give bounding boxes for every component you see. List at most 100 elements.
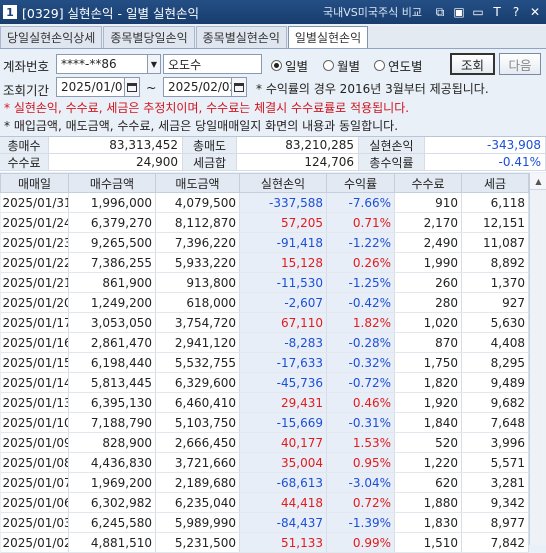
next-button[interactable]: 다음 (499, 53, 541, 75)
cell-sell-amount: 8,112,870 (155, 212, 240, 233)
radio-monthly[interactable]: 월별 (323, 56, 360, 75)
table-header-row: 매매일 매수금액 매도금액 실현손익 수익률 수수료 세금 (0, 173, 529, 193)
table-row[interactable]: 2025/01/16 2,861,470 2,941,120 -8,283 -0.28%… (0, 332, 529, 353)
search-button[interactable]: 조회 (450, 53, 495, 75)
cell-buy-amount: 1,996,000 (68, 192, 156, 213)
column-header-realized-pnl[interactable]: 실현손익 (239, 173, 327, 193)
font-icon[interactable]: T (490, 5, 504, 19)
date-from-input[interactable]: 2025/01/01 (56, 77, 130, 97)
close-icon[interactable]: ✕ (528, 5, 542, 19)
cell-tax: 8,295 (461, 352, 529, 373)
table-body: 2025/01/31 1,996,000 4,079,500 -337,588 -7.6… (0, 192, 529, 553)
column-header-yield[interactable]: 수익률 (326, 173, 395, 193)
cell-yield: 0.72% (326, 492, 395, 513)
cell-tax: 7,648 (461, 412, 529, 433)
cell-fee: 1,880 (394, 492, 462, 513)
cell-realized-pnl: -337,588 (239, 192, 327, 213)
table-row[interactable]: 2025/01/06 6,302,982 6,235,040 44,418 0.72% 1… (0, 492, 529, 513)
column-header-buy-amount[interactable]: 매수금액 (68, 173, 156, 193)
radio-yearly[interactable]: 연도별 (374, 56, 423, 75)
table-row[interactable]: 2025/01/23 9,265,500 7,396,220 -91,418 -1.22… (0, 232, 529, 253)
fee-value: 24,900 (49, 154, 183, 171)
cell-sell-amount: 6,460,410 (155, 392, 240, 413)
link-icon[interactable]: ⧉ (433, 5, 447, 19)
cell-sell-amount: 6,329,600 (155, 372, 240, 393)
cell-yield: 0.46% (326, 392, 395, 413)
radio-selected-icon (271, 60, 282, 71)
table-row[interactable]: 2025/01/07 1,969,200 2,189,680 -68,613 -3.04… (0, 472, 529, 493)
title-bar-controls: 국내VS미국주식 비교 ⧉ ▣ ▭ T ? ✕ (323, 0, 542, 24)
total-sell-label: 총매도 (183, 137, 237, 154)
help-icon[interactable]: ? (509, 5, 523, 19)
cell-date: 2025/01/06 (0, 492, 69, 513)
radio-daily[interactable]: 일별 (271, 56, 308, 75)
calendar-icon[interactable] (124, 77, 140, 97)
cell-date: 2025/01/08 (0, 452, 69, 473)
cell-realized-pnl: -68,613 (239, 472, 327, 493)
table-row[interactable]: 2025/01/13 6,395,130 6,460,410 29,431 0.46% 1… (0, 392, 529, 413)
table-row[interactable]: 2025/01/24 6,379,270 8,112,870 57,205 0.71% 2… (0, 212, 529, 233)
table-row[interactable]: 2025/01/10 7,188,790 5,103,750 -15,669 -0.31… (0, 412, 529, 433)
column-header-tax[interactable]: 세금 (461, 173, 529, 193)
column-header-date[interactable]: 매매일 (0, 173, 69, 193)
tab-daily-realized-pnl[interactable]: 일별실현손익 (287, 26, 369, 48)
table-row[interactable]: 2025/01/22 7,386,255 5,933,220 15,128 0.26% 1… (0, 252, 529, 273)
cell-sell-amount: 2,189,680 (155, 472, 240, 493)
cell-fee: 1,220 (394, 452, 462, 473)
cell-yield: -0.72% (326, 372, 395, 393)
table-row[interactable]: 2025/01/17 3,053,050 3,754,720 67,110 1.82% 1… (0, 312, 529, 333)
cell-tax: 9,342 (461, 492, 529, 513)
cell-fee: 620 (394, 472, 462, 493)
tab-today-realized-detail[interactable]: 당일실현손익상세 (0, 26, 103, 48)
cell-buy-amount: 2,861,470 (68, 332, 156, 353)
cell-sell-amount: 6,235,040 (155, 492, 240, 513)
date-to-input[interactable]: 2025/02/02 (163, 77, 237, 97)
cell-date: 2025/01/07 (0, 472, 69, 493)
cell-fee: 1,840 (394, 412, 462, 433)
cell-buy-amount: 7,386,255 (68, 252, 156, 273)
cell-buy-amount: 6,379,270 (68, 212, 156, 233)
daily-pnl-table: 매매일 매수금액 매도금액 실현손익 수익률 수수료 세금 2025/01/31… (0, 173, 529, 553)
domestic-vs-us-compare-link[interactable]: 국내VS미국주식 비교 (323, 4, 422, 20)
minimize-icon[interactable]: ▭ (471, 5, 485, 19)
cell-realized-pnl: -8,283 (239, 332, 327, 353)
realized-pnl-label: 실현손익 (359, 137, 425, 154)
table-row[interactable]: 2025/01/09 828,900 2,666,450 40,177 1.53% 520… (0, 432, 529, 453)
cell-yield: -1.25% (326, 272, 395, 293)
column-header-fee[interactable]: 수수료 (394, 173, 462, 193)
cell-buy-amount: 1,249,200 (68, 292, 156, 313)
cell-yield: -0.42% (326, 292, 395, 313)
scroll-up-arrow-icon[interactable]: ▲ (530, 173, 546, 190)
account-number-input[interactable]: ****-**86 (56, 54, 148, 74)
fee-label: 수수료 (0, 154, 49, 171)
cell-sell-amount: 5,933,220 (155, 252, 240, 273)
table-row[interactable]: 2025/01/15 6,198,440 5,532,755 -17,633 -0.32… (0, 352, 529, 373)
cell-realized-pnl: 35,004 (239, 452, 327, 473)
table-row[interactable]: 2025/01/02 4,881,510 5,231,500 51,133 0.99% 1… (0, 532, 529, 553)
table-row[interactable]: 2025/01/31 1,996,000 4,079,500 -337,588 -7.6… (0, 192, 529, 213)
tab-stock-today-pnl[interactable]: 종목별당일손익 (103, 26, 195, 48)
yield-availability-note: * 수익률의 경우 2016년 3월부터 제공됩니다. (256, 82, 489, 96)
column-header-sell-amount[interactable]: 매도금액 (155, 173, 240, 193)
account-dropdown-button[interactable]: ▼ (147, 54, 161, 74)
cell-sell-amount: 2,666,450 (155, 432, 240, 453)
cell-realized-pnl: 44,418 (239, 492, 327, 513)
tax-sum-value: 124,706 (237, 154, 359, 171)
table-row[interactable]: 2025/01/03 6,245,580 5,989,990 -84,437 -1.39… (0, 512, 529, 533)
cell-tax: 3,996 (461, 432, 529, 453)
calendar-icon[interactable] (231, 77, 247, 97)
cell-yield: -7.66% (326, 192, 395, 213)
cell-realized-pnl: 15,128 (239, 252, 327, 273)
table-row[interactable]: 2025/01/21 861,900 913,800 -11,530 -1.25% 260… (0, 272, 529, 293)
table-row[interactable]: 2025/01/08 4,436,830 3,721,660 35,004 0.95% 1… (0, 452, 529, 473)
cell-fee: 1,020 (394, 312, 462, 333)
copy-icon[interactable]: ▣ (452, 5, 466, 19)
table-row[interactable]: 2025/01/20 1,249,200 618,000 -2,607 -0.42% 28… (0, 292, 529, 313)
cell-realized-pnl: 57,205 (239, 212, 327, 233)
tab-stock-realized-pnl[interactable]: 종목별실현손익 (195, 26, 287, 48)
cell-date: 2025/01/14 (0, 372, 69, 393)
cell-tax: 12,151 (461, 212, 529, 233)
table-row[interactable]: 2025/01/14 5,813,445 6,329,600 -45,736 -0.72… (0, 372, 529, 393)
cell-tax: 8,892 (461, 252, 529, 273)
vertical-scrollbar[interactable]: ▲ (529, 173, 546, 545)
